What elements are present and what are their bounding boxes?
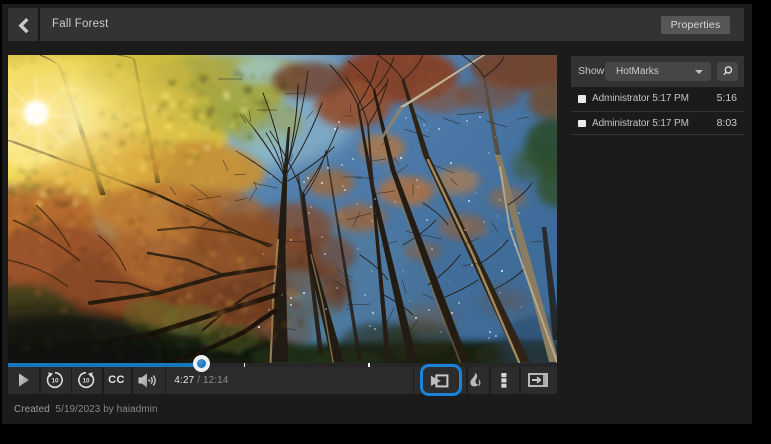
svg-text:10: 10 <box>51 378 59 385</box>
svg-text:10: 10 <box>83 378 91 385</box>
